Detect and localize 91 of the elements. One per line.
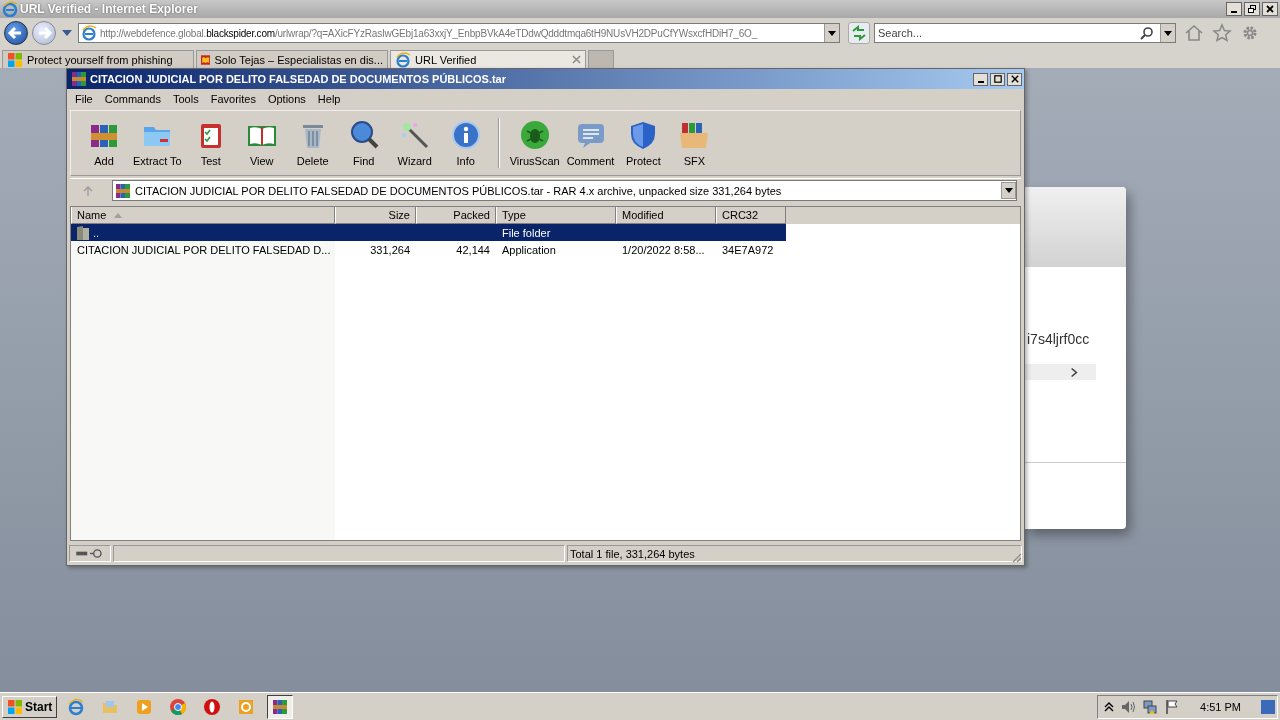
network-icon[interactable] xyxy=(1142,698,1159,715)
refresh-button[interactable] xyxy=(848,22,870,44)
dropdown-button[interactable] xyxy=(1160,24,1175,42)
table-cell: 42,144 xyxy=(456,243,490,256)
flag-icon[interactable] xyxy=(1164,698,1181,715)
toolbar-button[interactable]: Test xyxy=(185,117,236,169)
windows-logo-icon xyxy=(7,698,23,715)
books-icon xyxy=(71,71,87,87)
toolbar-button[interactable]: Protect xyxy=(618,117,669,169)
browser-logo-icon xyxy=(67,697,86,716)
table-cell: 331,264 xyxy=(370,243,410,256)
search-icon[interactable] xyxy=(1140,26,1154,40)
file-name: CITACION JUDICIAL POR DELITO FALSEDAD D... xyxy=(77,243,331,256)
toolbar-button[interactable]: Extract To xyxy=(130,117,185,169)
start-button[interactable]: Start xyxy=(2,695,58,718)
drive-icon xyxy=(75,548,105,559)
books-icon xyxy=(271,697,290,716)
clock[interactable]: 4:51 PM xyxy=(1186,700,1255,713)
chevron-right-icon xyxy=(1070,366,1078,378)
refresh-icon xyxy=(851,25,867,41)
table-cell: 1/20/2022 8:58... xyxy=(622,243,705,256)
back-button[interactable] xyxy=(4,21,28,45)
table-cell: File folder xyxy=(502,226,551,239)
search-field[interactable]: Search... xyxy=(874,23,1176,43)
caret-icon xyxy=(1164,30,1172,36)
menu-item[interactable]: File xyxy=(69,92,99,105)
menu-item[interactable]: Tools xyxy=(167,92,205,105)
toolbar-button[interactable]: Wizard xyxy=(389,117,440,169)
home-icon[interactable] xyxy=(1184,23,1204,43)
bug-icon xyxy=(518,119,551,151)
menu-item[interactable]: Favorites xyxy=(204,92,262,105)
maximize-button[interactable] xyxy=(990,72,1005,86)
toolbar-button[interactable]: SFX xyxy=(669,117,720,169)
close-icon xyxy=(1010,75,1019,83)
status-text: Total 1 file, 331,264 bytes xyxy=(570,547,695,560)
toolbar-button[interactable]: Add xyxy=(79,117,129,169)
minimize-button[interactable] xyxy=(1226,2,1242,16)
file-row[interactable]: CITACION JUDICIAL POR DELITO FALSEDAD D... 331,264 42,144 Application 1/20/2022 8:58... 34E7A972 xyxy=(71,241,786,258)
browser-logo-icon xyxy=(203,697,222,716)
table-cell: 34E7A972 xyxy=(722,243,774,256)
browser-tab[interactable]: Protect yourself from phishing xyxy=(2,50,194,68)
toolbar-button[interactable]: Delete xyxy=(287,117,338,169)
dropdown-button[interactable] xyxy=(1001,182,1016,199)
caret-icon xyxy=(828,30,836,36)
info-icon xyxy=(449,119,482,151)
close-tab-icon[interactable] xyxy=(572,55,581,64)
browser-logo-icon xyxy=(169,697,188,716)
app-icon xyxy=(237,697,256,716)
table-cell: Application xyxy=(502,243,556,256)
menu-item[interactable]: Commands xyxy=(98,92,167,105)
chevron-up-icon[interactable] xyxy=(1104,700,1115,713)
dropdown-button[interactable] xyxy=(824,24,839,42)
books-icon xyxy=(115,182,131,199)
restore-icon xyxy=(1247,4,1257,14)
toolbar-button[interactable]: VirusScan xyxy=(506,117,563,169)
minimize-icon xyxy=(977,81,984,83)
star-icon[interactable] xyxy=(1212,23,1232,43)
page-icon xyxy=(81,25,97,41)
caret-icon xyxy=(1004,188,1013,193)
folder-icon xyxy=(75,224,91,241)
file-row[interactable]: .. File folder xyxy=(71,224,786,241)
minimize-icon xyxy=(1231,11,1237,13)
close-button[interactable] xyxy=(1007,72,1022,86)
toolbar-button[interactable]: Comment xyxy=(563,117,618,169)
browser-logo-icon xyxy=(395,51,411,68)
menu-item[interactable]: Help xyxy=(311,92,347,105)
browser-logo-icon xyxy=(2,1,18,17)
path-field[interactable]: CITACION JUDICIAL POR DELITO FALSEDAD DE DOCUMENTOS PÚBLICOS.tar - RAR 4.x archive, unpacked size 331,264 bytes xyxy=(112,180,1017,201)
window-title: URL Verified - Internet Explorer xyxy=(20,2,198,16)
taskbar-app-button[interactable] xyxy=(267,694,294,719)
browser-tab[interactable]: Solo Tejas – Especialistas en dis... xyxy=(196,50,388,68)
toolbar-button[interactable]: View xyxy=(236,117,287,169)
close-icon xyxy=(1265,4,1275,14)
toolbar-button[interactable]: Find xyxy=(338,117,389,169)
windows-logo-icon xyxy=(7,51,23,68)
dropdown-icon[interactable] xyxy=(62,30,72,36)
browser-tab[interactable]: URL Verified xyxy=(390,50,586,68)
minimize-button[interactable] xyxy=(973,72,988,86)
play-icon xyxy=(135,697,154,716)
page-text: i7s4ljrf0cc xyxy=(1027,331,1090,347)
maximize-icon xyxy=(993,75,1002,83)
file-name: .. xyxy=(93,226,100,239)
window-title: CITACION JUDICIAL POR DELITO FALSEDAD DE DOCUMENTOS PÚBLICOS.tar xyxy=(90,73,506,85)
address-field[interactable]: http://webdefence.global.blackspider.com/urlwrap/?q=AXicFYzRasIwGEbj1a63xxjY_EnbpBVkA4eTDdwQdddtmqa6tH9NUsVH2DPuCfYWsxcfHDiH7_6O_ xyxy=(78,23,840,43)
sort-arrow-icon xyxy=(114,212,123,218)
close-button[interactable] xyxy=(1262,2,1278,16)
resize-grip-icon[interactable] xyxy=(1010,551,1022,563)
toolbar-button[interactable]: Info xyxy=(440,117,491,169)
menu-item[interactable]: Options xyxy=(261,92,312,105)
restore-button[interactable] xyxy=(1244,2,1260,16)
show-desktop-button[interactable] xyxy=(1261,699,1275,714)
